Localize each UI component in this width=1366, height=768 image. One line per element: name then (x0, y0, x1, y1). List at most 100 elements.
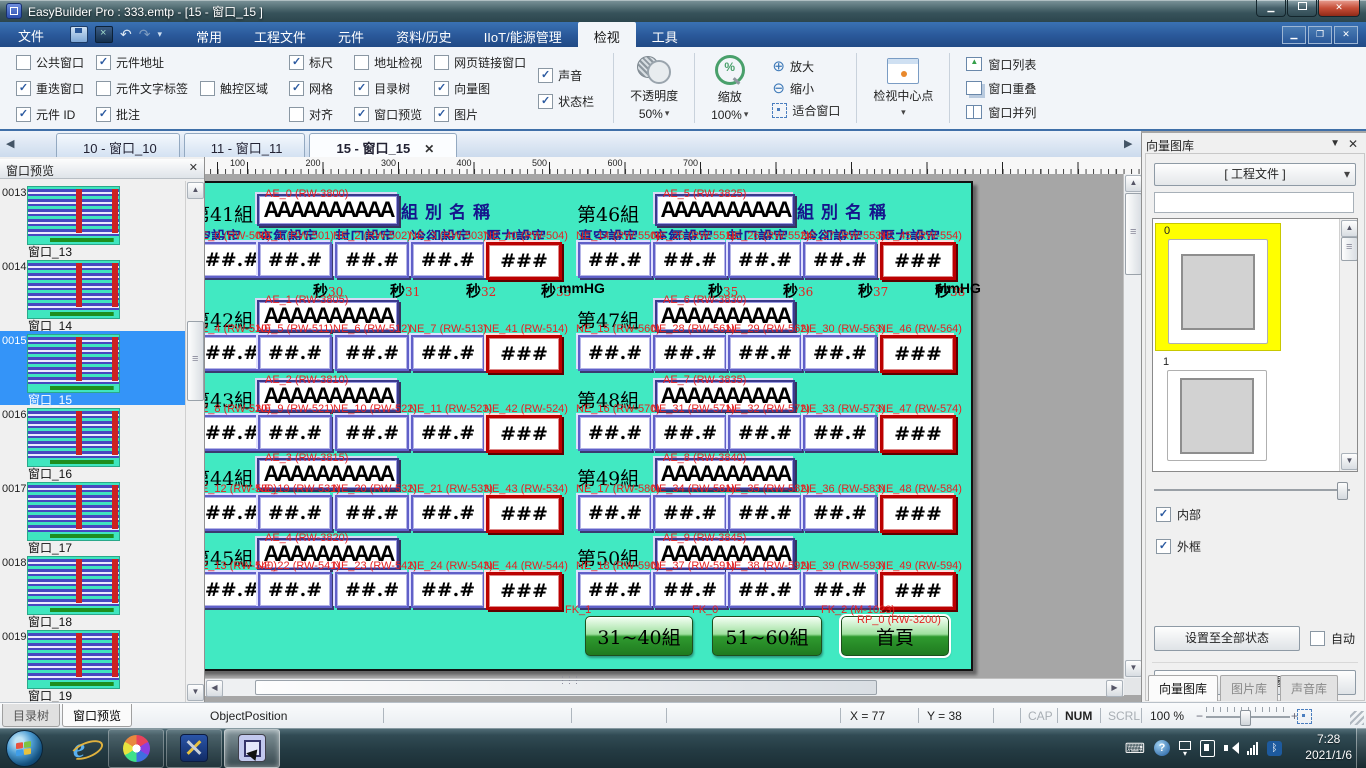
bluetooth-icon[interactable]: ᛒ (1267, 741, 1282, 756)
numeric-field[interactable]: ### (486, 495, 562, 533)
canvas-vertical-scrollbar[interactable]: ▲ ▼ (1123, 174, 1141, 678)
tab-scroll-left-icon[interactable]: ◀ (6, 137, 14, 150)
close-button[interactable]: ✕ (1318, 0, 1360, 17)
numeric-field[interactable]: ##.# (803, 495, 877, 531)
mdi-restore-icon[interactable]: ❐ (1308, 26, 1332, 44)
tab-scroll-right-icon[interactable]: ▶ (1124, 137, 1132, 150)
hidden-icons-icon[interactable]: ▾ (1179, 741, 1191, 756)
window-preview-item-0018[interactable]: 0018窗口_18 (0, 553, 186, 627)
taskbar-clock[interactable]: 7:28 2021/1/6 (1305, 731, 1352, 763)
power-plug-icon[interactable] (1200, 740, 1215, 757)
opacity-group[interactable]: 不透明度 50%▾ (618, 47, 690, 129)
numeric-field[interactable]: ##.# (803, 335, 877, 371)
ribbon-tab-常用[interactable]: 常用 (180, 22, 238, 47)
numeric-field[interactable]: ##.# (411, 495, 485, 531)
window-preview-item-0013[interactable]: 0013窗口_13 (0, 183, 186, 257)
checkbox-触控区域[interactable]: 触控区域 (200, 75, 268, 101)
numeric-field[interactable]: ##.# (258, 415, 332, 451)
numeric-field[interactable]: ##.# (728, 495, 802, 531)
window-preview-item-0019[interactable]: 0019窗口_19 (0, 627, 186, 701)
nav-button-51~60組[interactable]: 51~60組 (712, 616, 822, 656)
numeric-field[interactable]: ##.# (728, 242, 802, 278)
keyboard-icon[interactable]: ⌨ (1125, 740, 1145, 757)
doc-tab-15 - 窗口_15[interactable]: 15 - 窗口_15✕ (309, 133, 457, 157)
numeric-field[interactable]: ### (486, 335, 562, 373)
zoom-dropdown-icon[interactable]: ▾ (744, 109, 749, 120)
numeric-field[interactable]: ##.# (335, 415, 409, 451)
taskbar-ie-icon[interactable]: e (52, 730, 106, 767)
file-menu-button[interactable]: 文件 (0, 22, 62, 47)
numeric-field[interactable]: ##.# (728, 335, 802, 371)
window-preview-close-icon[interactable]: ✕ (189, 161, 198, 174)
checkbox-窗口预览[interactable]: ✓窗口预览 (354, 101, 422, 127)
redo-icon[interactable]: ↷ (139, 26, 151, 43)
checkbox-地址检视[interactable]: 地址检视 (354, 49, 422, 75)
auto-checkbox[interactable]: 自动 (1310, 630, 1355, 647)
numeric-field[interactable]: ##.# (335, 242, 409, 278)
volume-icon[interactable] (1224, 741, 1238, 755)
vector-item-0[interactable]: 0 (1155, 223, 1281, 351)
numeric-field[interactable]: ##.# (653, 572, 727, 608)
library-source-dropdown[interactable]: [ 工程文件 ] (1154, 163, 1356, 186)
view-center-dropdown-icon[interactable]: ▾ (901, 107, 906, 118)
library-tab-向量图库[interactable]: 向量图库 (1148, 675, 1218, 701)
numeric-field[interactable]: ##.# (728, 572, 802, 608)
scrollbar-thumb[interactable] (255, 680, 877, 695)
checkbox-网页链接窗口[interactable]: 网页链接窗口 (434, 49, 526, 75)
vector-library-close-icon[interactable]: ✕ (1348, 137, 1358, 151)
numeric-field[interactable]: ##.# (578, 495, 652, 531)
numeric-field[interactable]: ##.# (803, 242, 877, 278)
canvas-horizontal-scrollbar[interactable]: ◀ ▶ (205, 678, 1124, 696)
save-icon[interactable] (70, 26, 88, 43)
opacity-dropdown-icon[interactable]: ▾ (665, 108, 670, 119)
numeric-field[interactable]: ##.# (578, 572, 652, 608)
apply-all-states-button[interactable]: 设置至全部状态 (1154, 626, 1300, 651)
checkbox-向量图[interactable]: ✓向量图 (434, 75, 526, 101)
numeric-field[interactable]: ### (486, 572, 562, 610)
tab-directory-tree[interactable]: 目录树 (2, 704, 60, 727)
checkbox-对齐[interactable]: 对齐 (289, 101, 333, 127)
numeric-field[interactable]: ##.# (411, 242, 485, 278)
checkbox-外框[interactable]: ✓外框 (1156, 538, 1201, 555)
numeric-field[interactable]: ### (880, 495, 956, 533)
window-preview-item-0014[interactable]: 0014窗口_14 (0, 257, 186, 331)
window-preview-item-0017[interactable]: 0017窗口_17 (0, 479, 186, 553)
numeric-field[interactable]: ##.# (335, 495, 409, 531)
ribbon-tab-资料/历史[interactable]: 资料/历史 (380, 22, 468, 47)
checkbox-元件文字标签[interactable]: 元件文字标签 (96, 75, 188, 101)
slider-thumb[interactable] (1337, 482, 1348, 500)
window-cascade-button[interactable]: 窗口重叠 (966, 78, 1036, 99)
library-tab-声音库[interactable]: 声音库 (1280, 675, 1338, 701)
tab-window-preview[interactable]: 窗口预览 (62, 704, 132, 727)
mdi-minimize-icon[interactable]: ▁ (1282, 26, 1306, 44)
qat-dropdown-icon[interactable]: ▾ (157, 29, 162, 40)
scrollbar-thumb[interactable] (187, 321, 204, 401)
window-list-button[interactable]: 窗口列表 (966, 54, 1036, 75)
preview-size-slider[interactable] (1154, 482, 1350, 498)
ribbon-tab-IIoT/能源管理[interactable]: IIoT/能源管理 (468, 22, 578, 47)
numeric-field[interactable]: ### (880, 242, 956, 280)
checkbox-元件地址[interactable]: ✓元件地址 (96, 49, 188, 75)
numeric-field[interactable]: ### (486, 415, 562, 453)
numeric-field[interactable]: ##.# (728, 415, 802, 451)
maximize-button[interactable] (1287, 0, 1317, 17)
ribbon-tab-检视[interactable]: 检视 (578, 22, 636, 47)
checkbox-目录树[interactable]: ✓目录树 (354, 75, 422, 101)
checkbox-批注[interactable]: ✓批注 (96, 101, 188, 127)
checkbox-公共窗口[interactable]: 公共窗口 (16, 49, 84, 75)
ribbon-tab-工具[interactable]: 工具 (636, 22, 694, 47)
taskbar-utility-icon[interactable] (166, 729, 222, 768)
numeric-field[interactable]: ##.# (653, 242, 727, 278)
scroll-down-icon[interactable]: ▼ (187, 684, 204, 701)
scroll-left-icon[interactable]: ◀ (206, 680, 223, 697)
window-preview-item-0016[interactable]: 0016窗口_16 (0, 405, 186, 479)
zoom-in-button[interactable]: ⊕放大 (772, 57, 814, 76)
vector-list-scrollbar[interactable]: ▲ ▼ (1339, 219, 1357, 471)
numeric-field[interactable]: ##.# (803, 415, 877, 451)
checkbox-图片[interactable]: ✓图片 (434, 101, 526, 127)
window-preview-item-0015[interactable]: 0015窗口_15 (0, 331, 186, 405)
library-search-input[interactable] (1154, 192, 1354, 213)
zoom-slider-thumb[interactable] (1240, 710, 1251, 726)
ribbon-tab-元件[interactable]: 元件 (322, 22, 380, 47)
checkbox-元件 ID[interactable]: ✓元件 ID (16, 101, 84, 127)
